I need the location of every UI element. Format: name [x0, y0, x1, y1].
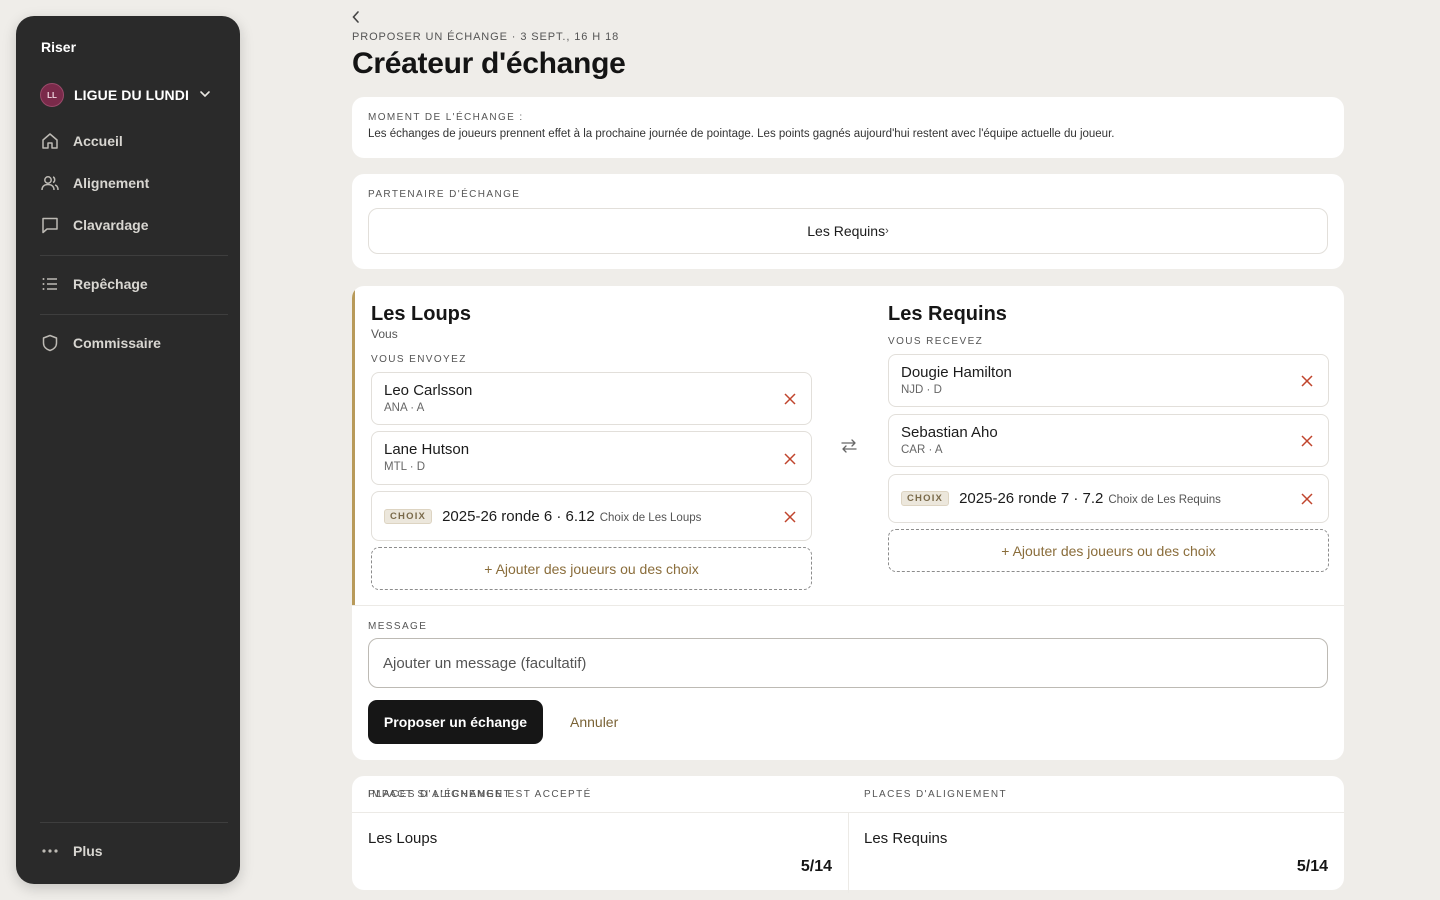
- pick-row: CHOIX 2025-26 ronde 6 · 6.12 Choix de Le…: [384, 508, 701, 526]
- partner-value: Les Requins: [807, 223, 886, 239]
- player-meta: ANA · A: [384, 402, 425, 414]
- pick-sub: Choix de Les Loups: [599, 512, 702, 524]
- pick-main: 2025-26 ronde 7 · 7.2: [959, 490, 1104, 507]
- impact-card: IMPACT SI L'ÉCHANGE EST ACCEPTÉ Les Loup…: [352, 776, 1344, 893]
- cancel-button[interactable]: Annuler: [570, 714, 618, 730]
- sidebar-item-clavardage[interactable]: Clavardage: [40, 213, 228, 237]
- right-team-name: Les Requins: [888, 303, 1007, 325]
- send-label: VOUS ENVOYEZ: [371, 354, 467, 365]
- league-name: LIGUE DU LUNDI: [74, 87, 189, 103]
- asset-card: Sebastian Aho CAR · A: [888, 414, 1329, 467]
- impact-stat-value: 5/14: [800, 858, 832, 875]
- chat-icon: [40, 215, 60, 235]
- sidebar-item-accueil[interactable]: Accueil: [40, 129, 228, 153]
- message-input[interactable]: [368, 638, 1328, 688]
- pick-row: CHOIX 2025-26 ronde 7 · 7.2 Choix de Les…: [901, 490, 1221, 508]
- chevron-right-icon: ›: [885, 225, 889, 237]
- sidebar-item-label: Repêchage: [73, 276, 148, 292]
- shield-icon: [40, 333, 60, 353]
- asset-card: Leo Carlsson ANA · A: [371, 372, 812, 425]
- player-name: Sebastian Aho: [901, 424, 998, 441]
- pick-badge: CHOIX: [384, 509, 433, 524]
- player-meta: MTL · D: [384, 461, 426, 473]
- partner-label: PARTENAIRE D'ÉCHANGE: [368, 189, 521, 200]
- remove-icon[interactable]: [783, 510, 797, 529]
- pick-sub: Choix de Les Requins: [1108, 494, 1221, 506]
- asset-card: Dougie Hamilton NJD · D: [888, 354, 1329, 407]
- sidebar-divider: [40, 822, 228, 823]
- remove-icon[interactable]: [783, 392, 797, 411]
- pick-badge: CHOIX: [901, 491, 950, 506]
- impact-team-name: Les Requins: [864, 830, 948, 847]
- trade-card: Les Loups Vous VOUS ENVOYEZ Leo Carlsson…: [352, 286, 1344, 760]
- message-label: MESSAGE: [368, 621, 428, 632]
- partner-selector[interactable]: Les Requins ›: [368, 208, 1328, 254]
- users-icon: [40, 173, 60, 193]
- left-team-name: Les Loups: [371, 303, 472, 325]
- sidebar-divider: [40, 255, 228, 256]
- player-meta: NJD · D: [901, 384, 942, 396]
- pick-main: 2025-26 ronde 6 · 6.12: [442, 508, 595, 525]
- swap-icon: [840, 437, 858, 460]
- remove-icon[interactable]: [1300, 374, 1314, 393]
- add-assets-button[interactable]: + Ajouter des joueurs ou des choix: [371, 547, 812, 590]
- timing-label: MOMENT DE L'ÉCHANGE :: [368, 112, 524, 123]
- home-icon: [40, 131, 60, 151]
- sidebar-item-plus[interactable]: Plus: [40, 839, 228, 863]
- asset-card: Lane Hutson MTL · D: [371, 431, 812, 485]
- propose-trade-button[interactable]: Proposer un échange: [368, 700, 543, 744]
- impact-stat-label: PLACES D'ALIGNEMENT: [368, 789, 511, 800]
- impact-team-name: Les Loups: [368, 830, 438, 847]
- back-button[interactable]: [350, 9, 362, 30]
- receive-label: VOUS RECEVEZ: [888, 336, 984, 347]
- player-name: Leo Carlsson: [384, 382, 473, 399]
- player-name: Lane Hutson: [384, 441, 470, 458]
- more-icon: [40, 841, 60, 861]
- sidebar: Riser LL LIGUE DU LUNDI Accueil Aligneme…: [16, 16, 240, 884]
- timing-text: Les échanges de joueurs prennent effet à…: [368, 128, 1115, 140]
- remove-icon[interactable]: [1300, 434, 1314, 453]
- impact-stat-label: PLACES D'ALIGNEMENT: [864, 789, 1007, 800]
- brand-logo[interactable]: Riser: [41, 39, 76, 55]
- sidebar-item-label: Alignement: [73, 175, 150, 191]
- add-assets-button[interactable]: + Ajouter des joueurs ou des choix: [888, 529, 1329, 572]
- pick-card: CHOIX 2025-26 ronde 6 · 6.12 Choix de Le…: [371, 491, 812, 541]
- league-avatar: LL: [40, 83, 64, 107]
- remove-icon[interactable]: [783, 452, 797, 471]
- page-title: Créateur d'échange: [352, 47, 626, 80]
- section-divider: [352, 605, 1344, 606]
- pick-card: CHOIX 2025-26 ronde 7 · 7.2 Choix de Les…: [888, 474, 1329, 523]
- sidebar-divider: [40, 314, 228, 315]
- left-team-sub: Vous: [371, 327, 398, 341]
- sidebar-item-commissaire[interactable]: Commissaire: [40, 331, 228, 355]
- league-selector[interactable]: LL LIGUE DU LUNDI: [40, 82, 220, 108]
- sidebar-item-label: Accueil: [73, 133, 123, 149]
- breadcrumb: PROPOSER UN ÉCHANGE · 3 SEPT., 16 H 18: [352, 31, 620, 43]
- sidebar-item-label: Commissaire: [73, 335, 161, 351]
- list-icon: [40, 274, 60, 294]
- sidebar-item-repechage[interactable]: Repêchage: [40, 272, 228, 296]
- player-name: Dougie Hamilton: [901, 364, 1012, 381]
- impact-stat-value: 5/14: [1296, 858, 1328, 875]
- chevron-down-icon: [198, 87, 212, 106]
- sidebar-item-label: Plus: [73, 843, 103, 859]
- timing-card: MOMENT DE L'ÉCHANGE : Les échanges de jo…: [352, 97, 1344, 158]
- column-divider: [848, 813, 849, 893]
- player-meta: CAR · A: [901, 444, 943, 456]
- sidebar-item-label: Clavardage: [73, 217, 149, 233]
- user-side-accent: [352, 286, 355, 606]
- sidebar-item-alignement[interactable]: Alignement: [40, 171, 228, 195]
- partner-card: PARTENAIRE D'ÉCHANGE Les Requins ›: [352, 174, 1344, 269]
- remove-icon[interactable]: [1300, 492, 1314, 511]
